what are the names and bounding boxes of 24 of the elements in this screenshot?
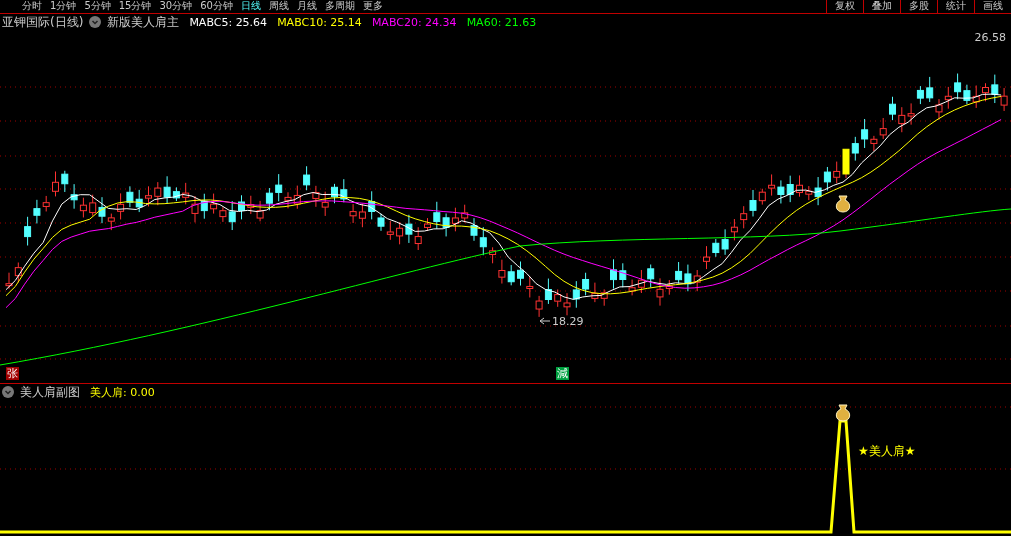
- period-tab[interactable]: 日线: [240, 0, 261, 13]
- indicator-name: 美人肩副图: [20, 383, 80, 401]
- period-tab[interactable]: 60分钟: [200, 0, 233, 13]
- period-tab[interactable]: 30分钟: [159, 0, 193, 13]
- signal-badge: 张: [6, 366, 19, 380]
- moving-average-reading: MA60: 21.63: [466, 15, 537, 29]
- period-tab[interactable]: 分时: [22, 0, 42, 13]
- stock-title: 亚钾国际(日线): [2, 13, 84, 31]
- period-tab[interactable]: 周线: [268, 0, 289, 13]
- period-tab[interactable]: 15分钟: [118, 0, 152, 13]
- indicator-reading: 美人肩: 0.00: [90, 384, 155, 400]
- signal-label: ★美人肩★: [858, 443, 916, 458]
- moving-average-reading: MABC20: 24.34: [371, 15, 457, 29]
- period-tab[interactable]: 多周期: [324, 0, 355, 13]
- moving-average-reading: MABC10: 25.14: [277, 15, 362, 29]
- indicator-name: 新版美人肩主: [107, 13, 180, 31]
- moving-average-reading: MABC5: 25.64: [189, 15, 268, 29]
- period-tab[interactable]: 更多: [362, 0, 383, 13]
- period-tab[interactable]: 1分钟: [50, 0, 77, 13]
- signal-badge: 減: [556, 366, 569, 380]
- price-label: 18.29: [552, 314, 584, 328]
- period-tab[interactable]: 月线: [296, 0, 317, 13]
- period-tab[interactable]: 5分钟: [84, 0, 111, 13]
- price-label: 26.58: [974, 30, 1006, 44]
